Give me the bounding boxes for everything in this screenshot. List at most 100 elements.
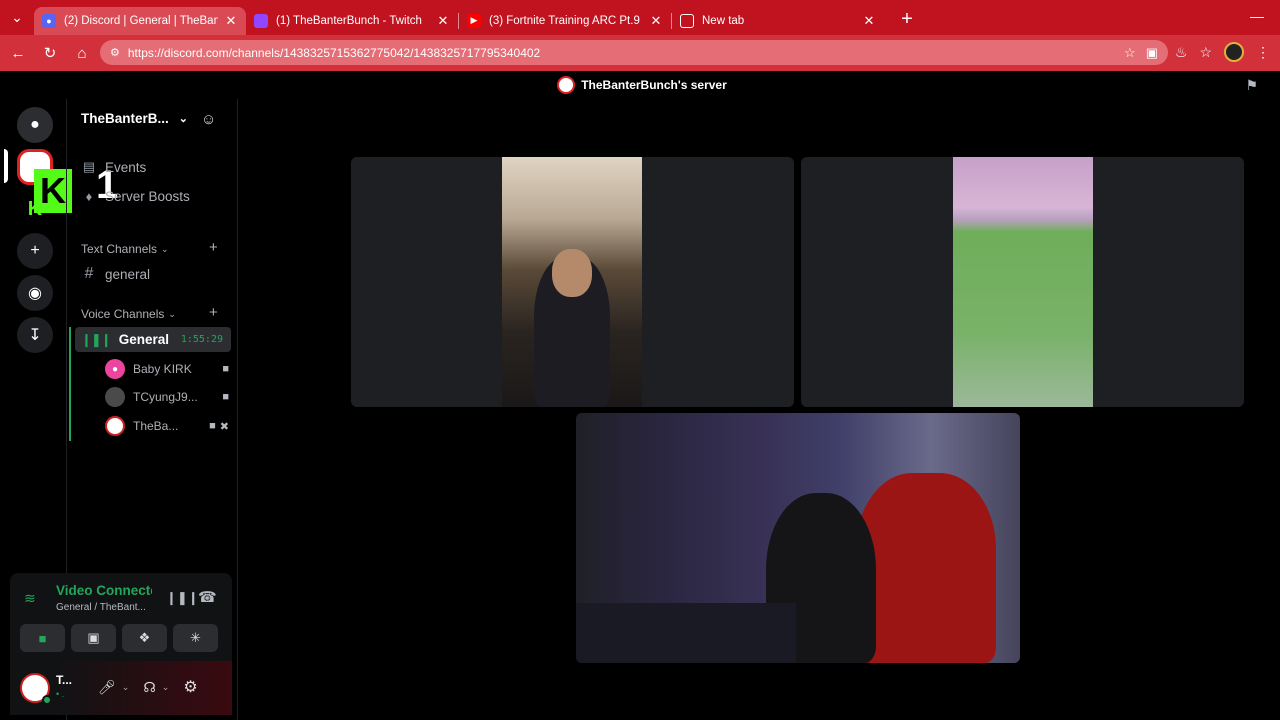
discord-icon: ● [42, 13, 56, 28]
gaming-chair [856, 473, 996, 663]
voice-member[interactable]: ● Baby KIRK ■ [105, 359, 229, 379]
online-status-dot [42, 695, 52, 705]
home-icon[interactable]: ⌂ [66, 45, 98, 62]
screen-share-icon: ▣ [87, 630, 100, 645]
chevron-down-icon: ⌄ [161, 243, 169, 254]
url-text: https://discord.com/channels/14383257153… [127, 45, 541, 60]
member-name: TCyungJ9... [133, 390, 198, 404]
tab-search-chevron-icon[interactable]: ⌄ [0, 0, 34, 35]
activities-icon: ❖ [138, 630, 151, 645]
tab-title: (1) TheBanterBunch - Twitch [276, 14, 422, 27]
tab-title: (2) Discord | General | TheBan [64, 14, 218, 27]
favorites-icon[interactable]: ☆ [1199, 44, 1212, 61]
avatar [105, 387, 125, 407]
newtab-icon [680, 13, 694, 28]
voice-location[interactable]: General / TheBant... [56, 602, 152, 613]
explore-compass-icon[interactable]: ◉ [17, 275, 53, 311]
activities-button[interactable]: ❖ [122, 624, 167, 652]
tab-newtab[interactable]: New tab ✕ [672, 7, 884, 35]
menu-item-server-boosts[interactable]: ♦ Server Boosts [81, 189, 190, 204]
deafened-icon: ✖ [219, 420, 229, 433]
youtube-icon: ▶ [467, 13, 481, 28]
dm-home-icon[interactable]: ● [17, 107, 53, 143]
download-apps-icon[interactable]: ↧ [17, 317, 53, 353]
selected-server-pill [4, 149, 8, 183]
voice-connected-indicator [69, 327, 71, 441]
bookmark-star-icon[interactable]: ☆ [1124, 45, 1136, 61]
server-icon [557, 76, 576, 94]
server-header[interactable]: TheBanterB... ⌄ [81, 111, 188, 126]
chevron-down-icon: ⌄ [168, 308, 176, 319]
tab-twitch[interactable]: (1) TheBanterBunch - Twitch ✕ [246, 7, 458, 35]
voice-connected-panel: ≋ Video Connecte General / TheBant... ❙❚… [10, 573, 232, 661]
server-name: TheBanterB... [81, 111, 169, 126]
menu-item-events[interactable]: ▤ Events [81, 159, 146, 175]
microphone-icon[interactable]: 🎤︎ [98, 679, 116, 696]
twitch-icon [254, 13, 268, 28]
back-arrow-icon[interactable]: ← [2, 45, 34, 62]
voice-member[interactable]: TheBa... ■ ✖ [105, 416, 229, 436]
browser-tab-bar: ⌄ ● (2) Discord | General | TheBan ✕ (1)… [0, 0, 1280, 35]
voice-status: Video Connecte [56, 583, 152, 598]
category-label: Text Channels [81, 242, 158, 256]
extension-icon[interactable]: ♨ [1175, 44, 1188, 61]
channel-general[interactable]: # general [81, 265, 151, 283]
user-panel: T... • . 🎤︎ ⌄ ☊ ⌄ ⚙ [10, 661, 232, 715]
tab-discord[interactable]: ● (2) Discord | General | TheBan ✕ [34, 6, 246, 35]
more-menu-icon[interactable]: ⋮ [1256, 44, 1270, 61]
profile-avatar[interactable] [1224, 42, 1244, 62]
inbox-flag-icon[interactable]: ⚑ [1245, 77, 1258, 94]
noise-suppression-icon[interactable]: ❙❚❙ [166, 590, 199, 606]
tab-youtube[interactable]: ▶ (3) Fortnite Training ARC Pt.9 - You ✕ [459, 7, 671, 35]
close-tab-icon[interactable]: ✕ [224, 13, 238, 29]
category-text-channels[interactable]: Text Channels ⌄ [81, 242, 169, 256]
headphones-icon[interactable]: ☊ [143, 679, 155, 696]
category-voice-channels[interactable]: Voice Channels ⌄ [81, 307, 176, 321]
video-tile-3[interactable] [576, 413, 1020, 663]
boost-icon: ♦ [85, 189, 93, 204]
screen-feed [953, 157, 1093, 407]
soundboard-button[interactable]: ✳ [173, 624, 218, 652]
category-label: Voice Channels [81, 307, 165, 321]
create-channel-plus-icon[interactable]: + [209, 304, 218, 321]
face [552, 249, 592, 297]
member-name: TheBa... [133, 419, 179, 433]
address-bar[interactable]: ⚙ https://discord.com/channels/143832571… [100, 40, 1168, 65]
settings-gear-icon[interactable]: ⚙ [183, 677, 197, 697]
add-server-icon[interactable]: + [17, 233, 53, 269]
desk [576, 603, 796, 663]
close-tab-icon[interactable]: ✕ [649, 13, 663, 29]
voice-channel-name: General [118, 332, 169, 347]
menu-label: Events [105, 159, 147, 175]
screen-share-button[interactable]: ▣ [71, 624, 116, 652]
soundboard-icon: ✳ [190, 630, 201, 645]
hashtag-icon: # [84, 265, 94, 282]
channel-name: general [105, 266, 151, 282]
member-name: Baby KIRK [133, 362, 192, 376]
camera-icon[interactable]: ▣ [1146, 45, 1158, 61]
camera-toggle-button[interactable]: ■ [20, 624, 65, 652]
video-camera-icon: ■ [209, 420, 216, 432]
close-tab-icon[interactable]: ✕ [862, 13, 876, 29]
menu-label: Server Boosts [105, 189, 190, 204]
chevron-down-icon: ⌄ [178, 113, 188, 125]
webcam-feed [576, 413, 1020, 663]
create-channel-plus-icon[interactable]: + [209, 239, 218, 256]
webcam-feed [502, 157, 642, 407]
chevron-down-icon[interactable]: ⌄ [162, 682, 170, 693]
voice-channel-general[interactable]: ❙❚❙ General 1:55:29 [75, 327, 231, 352]
minimize-icon[interactable]: — [1250, 8, 1264, 24]
voice-member[interactable]: TCyungJ9... ■ [105, 387, 229, 407]
chevron-down-icon[interactable]: ⌄ [122, 682, 130, 693]
close-tab-icon[interactable]: ✕ [436, 13, 450, 29]
video-tile-1[interactable] [351, 157, 794, 407]
invite-people-icon[interactable]: ☺ [201, 111, 216, 128]
new-tab-plus-icon[interactable]: + [894, 8, 920, 31]
voice-timer: 1:55:29 [180, 334, 223, 345]
window-title-bar: TheBanterBunch's server [4, 71, 1280, 99]
disconnect-phone-icon[interactable]: ☎ [198, 588, 217, 606]
connection-signal-icon[interactable]: ≋ [24, 590, 36, 607]
video-tile-2[interactable] [801, 157, 1244, 407]
site-info-icon[interactable]: ⚙ [110, 46, 120, 59]
reload-icon[interactable]: ↻ [34, 44, 66, 62]
